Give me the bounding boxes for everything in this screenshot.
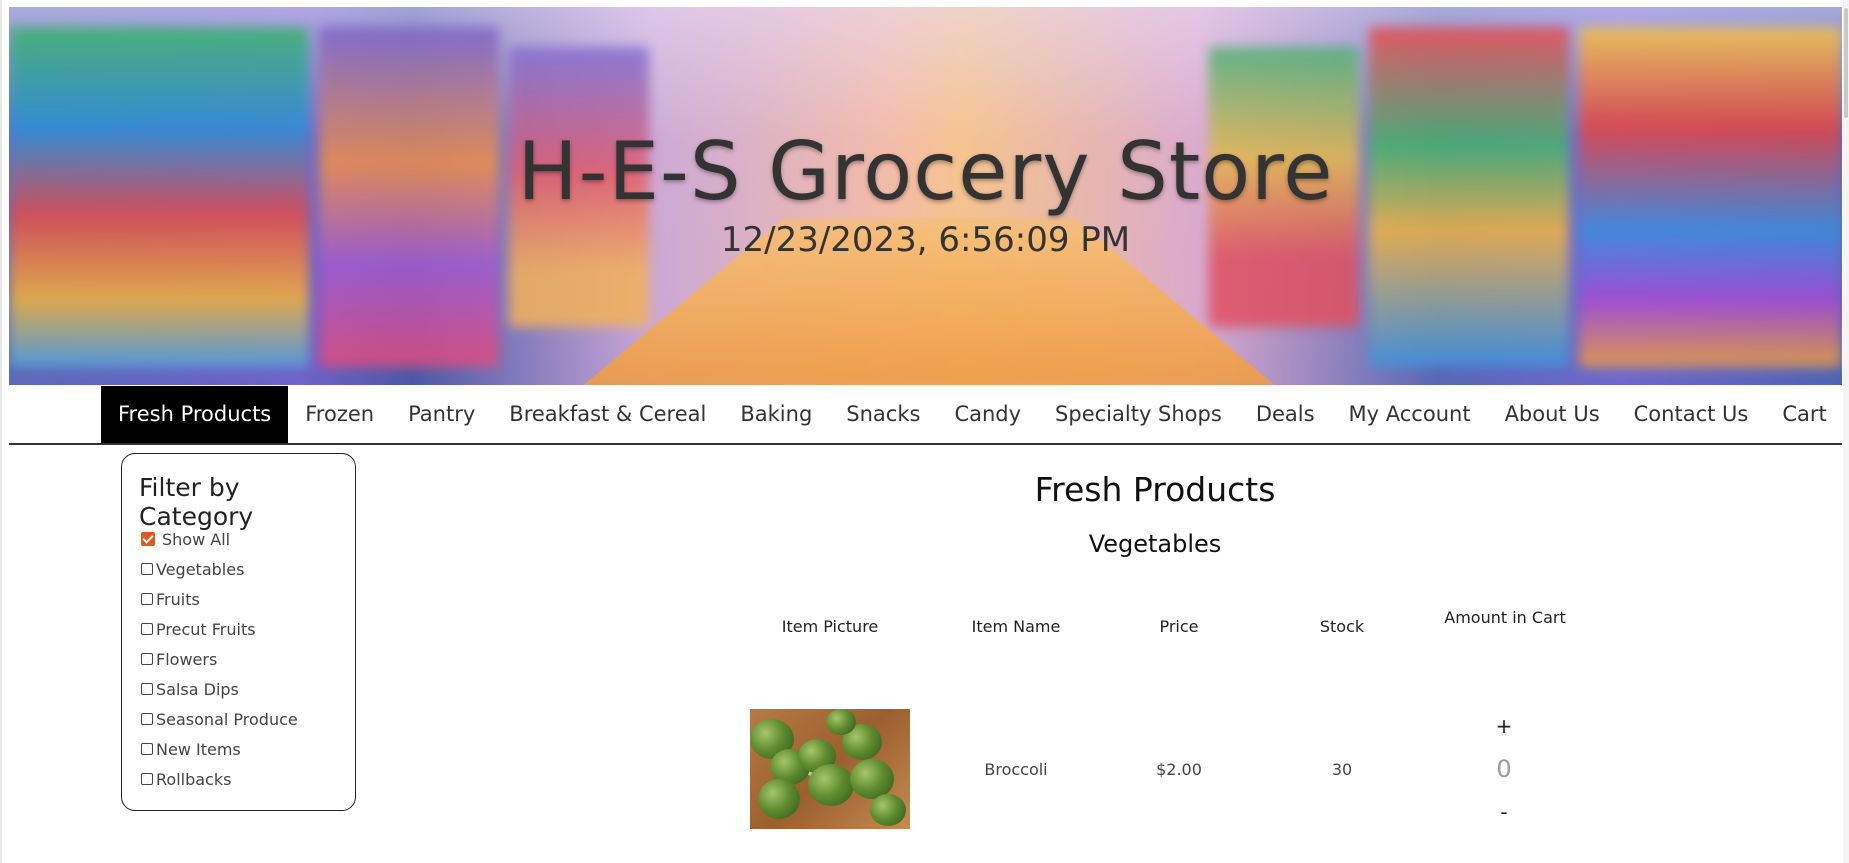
filter-option-label: Seasonal Produce xyxy=(156,709,298,729)
filter-option-salsa-dips[interactable]: Salsa Dips xyxy=(141,674,298,704)
checkbox-icon[interactable] xyxy=(141,713,153,725)
nav-item-snacks[interactable]: Snacks xyxy=(829,386,937,443)
checkbox-icon[interactable] xyxy=(141,563,153,575)
category-filter-panel: Filter by Category Show All Vegetables F… xyxy=(121,453,356,811)
column-header-stock: Stock xyxy=(1319,617,1365,636)
item-price: $2.00 xyxy=(1156,760,1202,779)
current-datetime: 12/23/2023, 6:56:09 PM xyxy=(720,220,1131,260)
filter-option-fruits[interactable]: Fruits xyxy=(141,584,298,614)
filter-option-precut-fruits[interactable]: Precut Fruits xyxy=(141,614,298,644)
nav-item-deals[interactable]: Deals xyxy=(1239,386,1332,443)
column-header-price: Price xyxy=(1159,617,1199,636)
page-title: Fresh Products xyxy=(1034,470,1276,509)
filter-option-label: Precut Fruits xyxy=(156,619,256,639)
filter-option-show-all[interactable]: Show All xyxy=(141,524,298,554)
filter-option-flowers[interactable]: Flowers xyxy=(141,644,298,674)
filter-title: Filter by Category xyxy=(139,473,254,531)
checkbox-icon[interactable] xyxy=(141,743,153,755)
column-header-item-picture: Item Picture xyxy=(781,617,879,636)
filter-option-label: Rollbacks xyxy=(156,769,232,789)
page-left-border xyxy=(0,0,2,863)
nav-divider xyxy=(9,443,1842,445)
broccoli-photo xyxy=(750,709,910,829)
checkbox-checked-icon[interactable] xyxy=(141,532,155,546)
checkbox-icon[interactable] xyxy=(141,593,153,605)
nav-item-contact-us[interactable]: Contact Us xyxy=(1617,386,1766,443)
nav-item-candy[interactable]: Candy xyxy=(937,386,1038,443)
item-stock: 30 xyxy=(1331,760,1353,779)
nav-item-frozen[interactable]: Frozen xyxy=(288,386,391,443)
nav-item-my-account[interactable]: My Account xyxy=(1332,386,1488,443)
filter-options: Show All Vegetables Fruits Precut Fruits… xyxy=(141,524,298,794)
nav-item-cart[interactable]: Cart xyxy=(1765,386,1843,443)
filter-option-label: Fruits xyxy=(156,589,200,609)
nav-item-pantry[interactable]: Pantry xyxy=(391,386,492,443)
nav-item-breakfast-cereal[interactable]: Breakfast & Cereal xyxy=(492,386,723,443)
filter-option-seasonal-produce[interactable]: Seasonal Produce xyxy=(141,704,298,734)
main-nav: Fresh Products Frozen Pantry Breakfast &… xyxy=(101,386,1844,443)
filter-option-label: Salsa Dips xyxy=(156,679,239,699)
filter-option-rollbacks[interactable]: Rollbacks xyxy=(141,764,298,794)
checkbox-icon[interactable] xyxy=(141,773,153,785)
filter-option-label: New Items xyxy=(156,739,241,759)
checkbox-icon[interactable] xyxy=(141,683,153,695)
column-header-amount-in-cart: Amount in Cart xyxy=(1444,608,1566,627)
column-header-item-name: Item Name xyxy=(971,617,1061,636)
increase-quantity-button[interactable]: + xyxy=(1484,714,1524,738)
filter-option-label: Show All xyxy=(162,529,231,549)
nav-item-fresh-products[interactable]: Fresh Products xyxy=(101,386,289,443)
nav-item-baking[interactable]: Baking xyxy=(723,386,829,443)
decrease-quantity-button[interactable]: - xyxy=(1484,800,1524,824)
header-banner: H-E-S Grocery Store 12/23/2023, 6:56:09 … xyxy=(9,7,1842,385)
item-name: Broccoli xyxy=(984,760,1048,779)
site-title: H-E-S Grocery Store xyxy=(517,125,1334,218)
filter-option-new-items[interactable]: New Items xyxy=(141,734,298,764)
filter-option-vegetables[interactable]: Vegetables xyxy=(141,554,298,584)
cart-amount-value: 0 xyxy=(1496,755,1512,783)
scrollbar[interactable] xyxy=(1843,0,1849,863)
section-title: Vegetables xyxy=(1088,530,1222,558)
scrollbar-thumb[interactable] xyxy=(1844,8,1848,118)
nav-item-specialty-shops[interactable]: Specialty Shops xyxy=(1038,386,1239,443)
checkbox-icon[interactable] xyxy=(141,653,153,665)
checkbox-icon[interactable] xyxy=(141,623,153,635)
filter-option-label: Flowers xyxy=(156,649,218,669)
nav-item-about-us[interactable]: About Us xyxy=(1488,386,1617,443)
filter-option-label: Vegetables xyxy=(156,559,245,579)
